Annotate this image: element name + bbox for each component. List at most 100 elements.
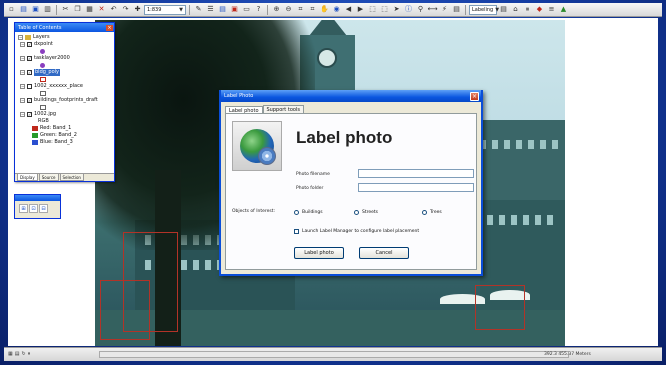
find-icon[interactable]: ⚲	[415, 4, 426, 15]
radio-buildings[interactable]: Buildings	[294, 210, 323, 215]
zoom-in-icon[interactable]: ⊕	[271, 4, 282, 15]
radio-trees[interactable]: Trees	[422, 210, 442, 215]
tab-source[interactable]: Source	[38, 174, 59, 181]
photo-folder-input[interactable]	[358, 183, 474, 192]
pause-drawing-icon[interactable]: ⏸	[28, 351, 31, 357]
save-icon[interactable]: ▣	[30, 4, 41, 15]
open-folder-icon[interactable]: ▤	[18, 4, 29, 15]
collapse-icon[interactable]: −	[20, 98, 25, 103]
layers-root[interactable]: − Layers	[18, 34, 111, 41]
layer-item[interactable]: − 1002_xxxxxx_place	[18, 83, 111, 90]
layer-checkbox[interactable]: ✓	[27, 112, 32, 117]
layer-symbol-row	[18, 104, 111, 111]
back-extent-icon[interactable]: ◀	[343, 4, 354, 15]
paste-icon[interactable]: ▦	[84, 4, 95, 15]
add-data-icon[interactable]: ✚	[132, 4, 143, 15]
layer-item-selected[interactable]: − ✓ bldg_poly	[18, 69, 111, 76]
forward-extent-icon[interactable]: ▶	[355, 4, 366, 15]
hyperlink-icon[interactable]: ⚡	[439, 4, 450, 15]
tool-button-icon[interactable]: ⊡	[29, 204, 38, 213]
catalog-icon[interactable]: ▤	[217, 4, 228, 15]
redo-icon[interactable]: ↷	[120, 4, 131, 15]
photo-filename-input[interactable]	[358, 169, 474, 178]
data-view-icon[interactable]: ▦	[8, 351, 13, 357]
cancel-button[interactable]: Cancel	[359, 247, 409, 259]
toc-title-bar[interactable]: Table of Contents ×	[15, 23, 114, 32]
refresh-icon[interactable]: ↻	[21, 351, 25, 357]
identify-icon[interactable]: ⓘ	[403, 4, 414, 15]
label-manager-icon[interactable]: ▤	[498, 4, 509, 15]
pan-icon[interactable]: ✋	[319, 4, 330, 15]
horizontal-scrollbar[interactable]	[99, 351, 569, 358]
tool-button-icon[interactable]: ⊞	[19, 204, 28, 213]
collapse-icon[interactable]: −	[20, 56, 25, 61]
dialog-title: Label Photo	[224, 93, 254, 99]
layer-checkbox[interactable]	[27, 84, 32, 89]
collapse-icon[interactable]: −	[20, 84, 25, 89]
select-elements-icon[interactable]: ➤	[391, 4, 402, 15]
collapse-icon[interactable]: −	[20, 112, 25, 117]
radio-button[interactable]	[294, 210, 299, 215]
delete-icon[interactable]: ✕	[96, 4, 107, 15]
full-extent-icon[interactable]: ◉	[331, 4, 342, 15]
label-photo-button[interactable]: Label photo	[294, 247, 344, 259]
lock-labels-icon[interactable]: ⌂	[510, 4, 521, 15]
view-unplaced-icon[interactable]: ◆	[534, 4, 545, 15]
labeling-combo[interactable]: Labeling ▼	[469, 4, 499, 15]
layer-item[interactable]: − ✓ tasklayer2000	[18, 55, 111, 62]
photo-globe-logo	[232, 121, 282, 171]
help-icon[interactable]: ?	[253, 4, 264, 15]
close-icon[interactable]: ×	[470, 91, 479, 101]
measure-icon[interactable]: ⟷	[427, 4, 438, 15]
toolbox-icon[interactable]: ▣	[229, 4, 240, 15]
layer-checkbox[interactable]: ✓	[27, 98, 32, 103]
collapse-icon[interactable]: −	[20, 42, 25, 47]
objects-of-interest-label: Objects of Interest:	[232, 209, 276, 214]
select-features-icon[interactable]: ⬚	[367, 4, 378, 15]
editor-icon[interactable]: ✎	[193, 4, 204, 15]
scale-combo[interactable]: 1:839 ▼	[144, 4, 186, 15]
layer-checkbox[interactable]: ✓	[27, 42, 32, 47]
red-band-swatch	[32, 126, 38, 131]
tab-selection[interactable]: Selection	[59, 174, 84, 181]
toolbar-separator	[56, 4, 57, 15]
cut-icon[interactable]: ✂	[60, 4, 71, 15]
toc-tabs: Display Source Selection	[15, 173, 114, 181]
layer-checkbox[interactable]: ✓	[27, 56, 32, 61]
layer-item[interactable]: − ✓ dxpoint	[18, 41, 111, 48]
radio-button[interactable]	[422, 210, 427, 215]
label-photo-dialog: Label Photo × Label photo Support tools …	[219, 90, 483, 276]
label-priority-icon[interactable]: ≡	[546, 4, 557, 15]
radio-button[interactable]	[354, 210, 359, 215]
label-weight-icon[interactable]: ▲	[558, 4, 569, 15]
toc-icon[interactable]: ☰	[205, 4, 216, 15]
layout-view-icon[interactable]: ▤	[15, 351, 20, 357]
launch-label-manager-checkbox[interactable]: Launch Label Manager to configure label …	[294, 229, 419, 234]
fixed-zoom-out-icon[interactable]: ⌗	[307, 4, 318, 15]
layer-item[interactable]: − ✓ buildings_footprints_draft	[18, 97, 111, 104]
html-popup-icon[interactable]: ▤	[451, 4, 462, 15]
dialog-title-bar[interactable]: Label Photo ×	[221, 90, 481, 102]
close-icon[interactable]: ×	[106, 24, 113, 31]
print-icon[interactable]: ▥	[42, 4, 53, 15]
tab-display[interactable]: Display	[17, 174, 38, 181]
building-windows	[480, 140, 560, 149]
collapse-icon[interactable]: −	[18, 35, 23, 40]
pause-labeling-icon[interactable]: ⏸	[522, 4, 533, 15]
zoom-out-icon[interactable]: ⊖	[283, 4, 294, 15]
clear-selection-icon[interactable]: ⬚	[379, 4, 390, 15]
tool-button-icon[interactable]: ⊟	[39, 204, 48, 213]
layer-item[interactable]: − ✓ 1002.jpg	[18, 111, 111, 118]
undo-icon[interactable]: ↶	[108, 4, 119, 15]
command-line-icon[interactable]: ▭	[241, 4, 252, 15]
raster-label-row: RGB	[18, 118, 111, 125]
radio-streets[interactable]: Streets	[354, 210, 378, 215]
new-document-icon[interactable]: ▫	[6, 4, 17, 15]
building-windows	[487, 215, 557, 225]
collapse-icon[interactable]: −	[20, 70, 25, 75]
checkbox[interactable]	[294, 229, 299, 234]
copy-icon[interactable]: ❐	[72, 4, 83, 15]
layer-checkbox[interactable]: ✓	[27, 70, 32, 75]
fixed-zoom-in-icon[interactable]: ⌗	[295, 4, 306, 15]
layer-tree: − Layers − ✓ dxpoint − ✓ tasklayer2000 −…	[15, 32, 114, 148]
